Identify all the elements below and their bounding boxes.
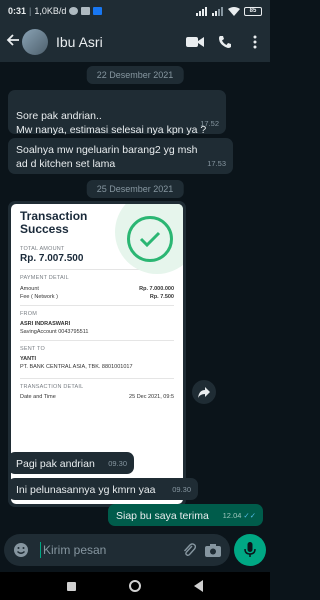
wifi-icon	[228, 6, 240, 16]
fee-value: Rp. 7.500	[149, 294, 174, 300]
message-incoming[interactable]: Sore pak andrian.. Mw nanya, estimasi se…	[8, 90, 226, 136]
battery-icon: 85	[244, 6, 262, 16]
from-label: FROM	[20, 311, 37, 317]
fee-label: Fee ( Network )	[20, 294, 58, 300]
date-value: 25 Dec 2021, 09:5	[129, 394, 174, 400]
date-row: Date and Time 25 Dec 2021, 09:5	[20, 394, 174, 400]
read-ticks-icon: ✓✓	[243, 511, 256, 520]
compose-bar: Kirim pesan	[0, 530, 270, 570]
message-time: 12.04 ✓✓	[223, 509, 256, 523]
divider	[20, 378, 174, 379]
message-time: 09.30	[108, 459, 127, 468]
avatar[interactable]	[22, 29, 48, 55]
gallery-icon	[81, 7, 91, 15]
chat-header: Ibu Asri	[0, 22, 270, 62]
amount-row: Amount Rp. 7.000.000	[20, 286, 174, 292]
divider	[20, 305, 174, 306]
amount-label: Amount	[20, 286, 39, 292]
attach-icon[interactable]	[180, 541, 198, 559]
battery-level: 85	[249, 8, 257, 14]
status-bar: 0:31 | 1,0KB/d 85	[0, 0, 270, 22]
camera-icon[interactable]	[204, 541, 222, 559]
mic-icon	[244, 542, 256, 557]
home-button[interactable]	[128, 580, 141, 592]
back-arrow-icon[interactable]	[6, 33, 20, 52]
message-text: Ini pelunasannya yg kmrn yaa	[16, 484, 156, 496]
date-separator: 22 Desember 2021	[86, 66, 184, 84]
message-time: 09.30	[172, 485, 191, 494]
voice-call-icon[interactable]	[216, 33, 234, 51]
transaction-detail-label: TRANSACTION DETAIL	[20, 384, 84, 390]
message-text: Sore pak andrian.. Mw nanya, estimasi se…	[16, 110, 207, 136]
notification-icon	[69, 7, 79, 15]
date-separator: 25 Desember 2021	[86, 180, 184, 198]
check-icon	[127, 216, 173, 262]
amount-value: Rp. 7.000.000	[139, 286, 174, 292]
message-time: 17.53	[207, 159, 226, 168]
message-text: Soalnya mw ngeluarin barang2 yg msh ad d…	[16, 144, 198, 170]
date-label: Date and Time	[20, 394, 56, 400]
sent-to-bank: PT. BANK CENTRAL ASIA, TBK. 8801001017	[20, 364, 133, 370]
payment-detail-label: PAYMENT DETAIL	[20, 275, 69, 281]
emoji-icon[interactable]	[12, 541, 30, 559]
receipt-title: Transaction Success	[20, 209, 88, 236]
sent-to-name: YANTI	[20, 356, 36, 362]
contact-name[interactable]: Ibu Asri	[56, 34, 103, 50]
signal-icon	[196, 6, 207, 16]
message-time-value: 12.04	[222, 511, 242, 520]
chat-area[interactable]: 22 Desember 2021 Sore pak andrian.. Mw n…	[0, 62, 270, 526]
recents-button[interactable]	[66, 581, 76, 591]
system-nav-bar	[0, 572, 270, 600]
message-input[interactable]: Kirim pesan	[40, 542, 174, 558]
message-incoming[interactable]: Ini pelunasannya yg kmrn yaa 09.30	[8, 478, 198, 500]
message-outgoing[interactable]: Siap bu saya terima 12.04 ✓✓	[108, 504, 263, 526]
message-time: 17.52	[200, 119, 219, 128]
back-button[interactable]	[194, 580, 204, 592]
message-incoming[interactable]: Soalnya mw ngeluarin barang2 yg msh ad d…	[8, 138, 233, 174]
from-name: ASRI INDRASWARI	[20, 321, 71, 327]
mic-button[interactable]	[234, 534, 266, 566]
status-separator: |	[29, 6, 32, 16]
forward-icon[interactable]	[192, 380, 216, 404]
facebook-icon	[93, 7, 103, 15]
message-input-container[interactable]: Kirim pesan	[4, 534, 230, 566]
message-text: Pagi pak andrian	[16, 458, 95, 470]
status-time: 0:31	[8, 6, 27, 16]
fee-row: Fee ( Network ) Rp. 7.500	[20, 294, 174, 300]
divider	[20, 340, 174, 341]
message-incoming[interactable]: Pagi pak andrian 09.30	[8, 452, 134, 474]
status-network-speed: 1,0KB/d	[34, 6, 67, 16]
video-call-icon[interactable]	[186, 33, 204, 51]
more-options-icon[interactable]	[246, 33, 264, 51]
signal-icon-2	[212, 6, 223, 16]
sent-to-label: SENT TO	[20, 346, 45, 352]
from-account: SavingAccount 0043795511	[20, 329, 89, 335]
message-text: Siap bu saya terima	[116, 510, 209, 522]
